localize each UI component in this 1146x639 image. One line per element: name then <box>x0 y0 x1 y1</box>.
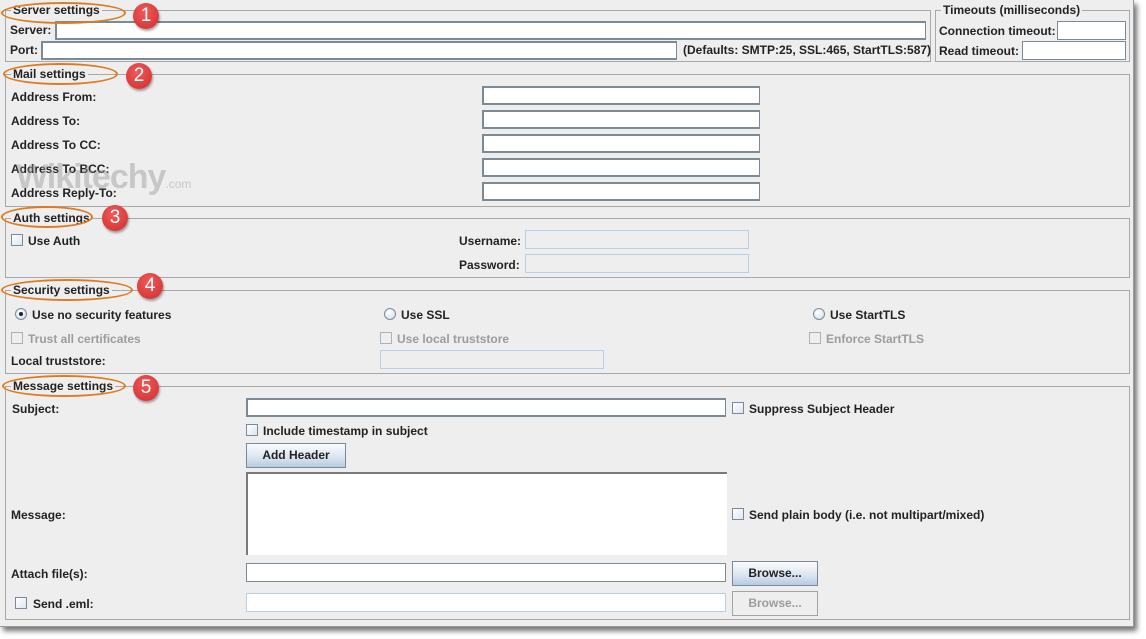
address-to-label: Address To: <box>11 114 81 128</box>
subject-label: Subject: <box>12 402 60 416</box>
port-label: Port: <box>10 43 38 57</box>
read-timeout-label: Read timeout: <box>939 44 1020 58</box>
message-textarea[interactable] <box>246 472 727 555</box>
read-timeout-input[interactable] <box>1022 41 1126 60</box>
use-local-truststore-checkbox[interactable] <box>380 332 392 344</box>
no-security-label[interactable]: Use no security features <box>32 308 171 322</box>
send-plain-body-checkbox[interactable] <box>732 508 744 520</box>
callout-badge-4: 4 <box>137 273 163 299</box>
callout-ellipse-security-settings <box>1 279 133 301</box>
address-bcc-input[interactable] <box>482 158 760 177</box>
enforce-starttls-label[interactable]: Enforce StartTLS <box>826 332 924 346</box>
use-auth-label[interactable]: Use Auth <box>28 234 80 248</box>
address-cc-label: Address To CC: <box>11 138 101 152</box>
suppress-subject-label[interactable]: Suppress Subject Header <box>749 402 894 416</box>
add-header-button[interactable]: Add Header <box>246 443 346 468</box>
callout-ellipse-mail-settings <box>3 63 118 85</box>
callout-badge-5: 5 <box>133 375 159 401</box>
include-timestamp-label[interactable]: Include timestamp in subject <box>263 424 428 438</box>
server-input[interactable] <box>55 21 926 40</box>
enforce-starttls-checkbox[interactable] <box>809 332 821 344</box>
address-reply-to-input[interactable] <box>482 182 760 201</box>
callout-ellipse-auth-settings <box>1 206 93 228</box>
password-label: Password: <box>459 258 520 272</box>
smtp-sampler-panel: Server settings Server: Port: (Defaults:… <box>0 0 1134 627</box>
timeouts-title: Timeouts (milliseconds) <box>941 3 1083 17</box>
address-from-input[interactable] <box>482 86 760 105</box>
trust-all-certificates-label[interactable]: Trust all certificates <box>28 332 141 346</box>
address-to-input[interactable] <box>482 110 760 129</box>
send-eml-input[interactable] <box>246 593 726 612</box>
use-local-truststore-label[interactable]: Use local truststore <box>397 332 509 346</box>
callout-badge-1: 1 <box>133 3 159 29</box>
include-timestamp-checkbox[interactable] <box>246 424 258 436</box>
use-starttls-label[interactable]: Use StartTLS <box>830 308 905 322</box>
connection-timeout-label: Connection timeout: <box>939 24 1056 38</box>
browse-attach-button[interactable]: Browse... <box>732 561 818 586</box>
port-input[interactable] <box>41 41 677 60</box>
send-eml-checkbox[interactable] <box>15 597 27 609</box>
address-reply-to-label: Address Reply-To: <box>11 186 117 200</box>
attach-files-input[interactable] <box>246 563 726 582</box>
use-auth-checkbox[interactable] <box>11 234 23 246</box>
password-input[interactable] <box>525 254 749 273</box>
port-defaults-hint: (Defaults: SMTP:25, SSL:465, StartTLS:58… <box>683 43 932 57</box>
local-truststore-label: Local truststore: <box>11 354 106 368</box>
server-label: Server: <box>10 23 52 37</box>
username-input[interactable] <box>525 230 749 249</box>
trust-all-certificates-checkbox[interactable] <box>11 332 23 344</box>
use-ssl-label[interactable]: Use SSL <box>401 308 450 322</box>
connection-timeout-input[interactable] <box>1057 21 1126 40</box>
subject-input[interactable] <box>246 398 726 417</box>
browse-eml-button[interactable]: Browse... <box>732 591 818 616</box>
no-security-radio[interactable] <box>15 308 27 320</box>
message-label: Message: <box>11 508 66 522</box>
callout-ellipse-server-settings <box>1 2 126 24</box>
send-plain-body-label[interactable]: Send plain body (i.e. not multipart/mixe… <box>749 508 984 522</box>
callout-badge-3: 3 <box>102 205 128 231</box>
use-starttls-radio[interactable] <box>813 308 825 320</box>
local-truststore-input[interactable] <box>380 350 604 369</box>
address-from-label: Address From: <box>11 90 97 104</box>
address-bcc-label: Address To BCC: <box>11 162 110 176</box>
callout-badge-2: 2 <box>126 63 152 89</box>
attach-files-label: Attach file(s): <box>11 567 88 581</box>
callout-ellipse-message-settings <box>2 375 126 397</box>
suppress-subject-checkbox[interactable] <box>732 402 744 414</box>
send-eml-label[interactable]: Send .eml: <box>33 597 94 611</box>
use-ssl-radio[interactable] <box>384 308 396 320</box>
address-cc-input[interactable] <box>482 134 760 153</box>
username-label: Username: <box>459 234 522 248</box>
